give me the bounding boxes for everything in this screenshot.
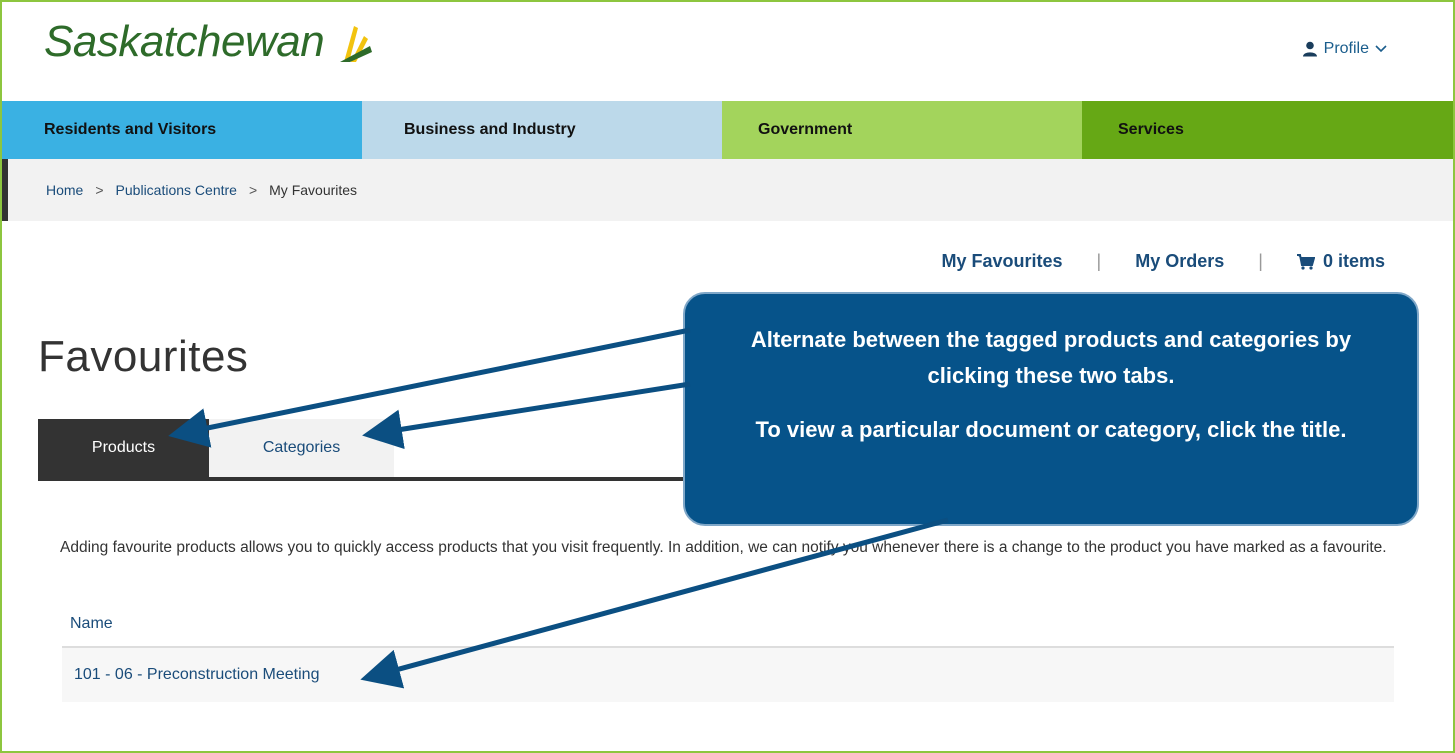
tab-categories[interactable]: Categories: [209, 419, 394, 477]
breadcrumb-separator: >: [95, 182, 104, 198]
nav-business-and-industry[interactable]: Business and Industry: [362, 101, 722, 159]
breadcrumb-current: My Favourites: [269, 182, 358, 198]
site-logo[interactable]: Saskatchewan: [44, 20, 325, 64]
divider: |: [1096, 251, 1102, 271]
my-orders-link[interactable]: My Orders: [1135, 251, 1224, 272]
user-icon: [1302, 41, 1317, 57]
nav-services[interactable]: Services: [1082, 101, 1453, 159]
profile-menu[interactable]: Profile: [1302, 40, 1387, 58]
page-title: Favourites: [38, 332, 249, 381]
my-favourites-link[interactable]: My Favourites: [941, 251, 1062, 272]
instruction-callout: Alternate between the tagged products an…: [683, 292, 1419, 526]
chevron-down-icon: [1375, 45, 1387, 53]
breadcrumb-separator: >: [248, 182, 258, 198]
nav-residents-and-visitors[interactable]: Residents and Visitors: [2, 101, 362, 159]
product-link[interactable]: 101 - 06 - Preconstruction Meeting: [74, 666, 319, 684]
breadcrumb-publications-centre[interactable]: Publications Centre: [116, 182, 237, 198]
tab-products[interactable]: Products: [38, 419, 209, 477]
cart-count: 0 items: [1322, 251, 1385, 271]
callout-text-tabs: Alternate between the tagged products an…: [750, 327, 1352, 388]
wheat-logo-icon: [340, 26, 372, 62]
column-header-name[interactable]: Name: [70, 615, 113, 633]
cart-icon: [1296, 253, 1315, 270]
breadcrumb: Home > Publications Centre > My Favourit…: [2, 159, 1453, 221]
favourites-tabs: Products Categories: [38, 419, 394, 477]
breadcrumb-home[interactable]: Home: [46, 182, 83, 198]
main-nav: Residents and Visitors Business and Indu…: [2, 101, 1453, 159]
favourites-description: Adding favourite products allows you to …: [60, 539, 1387, 556]
tabs-underline: [38, 477, 698, 481]
table-row: 101 - 06 - Preconstruction Meeting: [62, 648, 1394, 702]
nav-government[interactable]: Government: [722, 101, 1082, 159]
callout-text-title: To view a particular document or categor…: [755, 417, 1347, 442]
profile-label: Profile: [1323, 40, 1369, 57]
utility-links: My Favourites | My Orders | 0 items: [941, 251, 1385, 272]
divider: |: [1258, 251, 1263, 271]
cart-link[interactable]: 0 items: [1296, 251, 1385, 272]
